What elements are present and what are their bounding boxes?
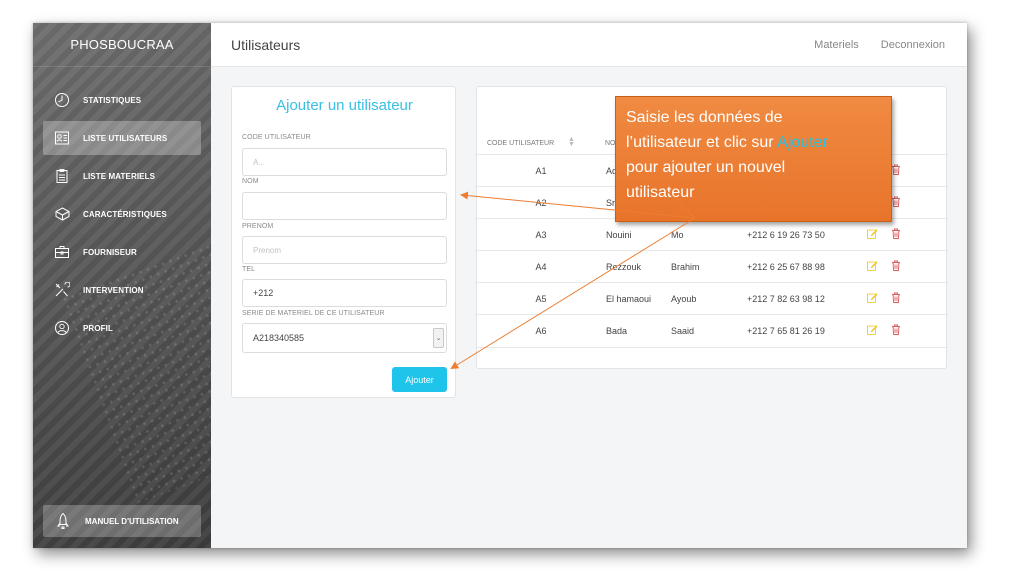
annotation-callout: Saisie les données de l’utilisateur et c…: [615, 96, 892, 222]
callout-highlight: Ajouter: [777, 134, 828, 151]
edit-icon[interactable]: [867, 228, 878, 241]
nom-input[interactable]: [242, 192, 447, 220]
serie-select[interactable]: A218340585 ⌄: [242, 323, 447, 353]
cell-code: A3: [535, 230, 547, 240]
chevron-down-icon: ⌄: [433, 328, 444, 348]
clock-icon: [53, 91, 71, 109]
sidebar-item-label: PROFIL: [83, 323, 113, 333]
cell-tel: +212 6 25 67 88 98: [747, 262, 825, 272]
nav-link-deconnexion[interactable]: Deconnexion: [881, 39, 945, 51]
cell-nom: Nouini: [606, 230, 632, 240]
cell-code: A4: [535, 262, 547, 272]
cell-tel: +212 7 82 63 98 12: [747, 294, 825, 304]
edit-icon[interactable]: [867, 324, 878, 337]
callout-line: utilisateur: [626, 184, 695, 201]
serie-select-value: A218340585: [253, 333, 305, 343]
sidebar: PHOSBOUCRAA STATISTIQUES LISTE UTILISATE…: [33, 23, 211, 548]
brand-logo: PHOSBOUCRAA: [33, 23, 211, 67]
table-row: A3 Nouini Mo +212 6 19 26 73 50: [477, 218, 948, 250]
briefcase-icon: [53, 243, 71, 261]
manual-button[interactable]: MANUEL D'UTILISATION: [43, 505, 201, 537]
form-title: Ajouter un utilisateur: [276, 97, 413, 114]
column-header-code[interactable]: CODE UTILISATEUR: [487, 140, 554, 147]
app-window: PHOSBOUCRAA STATISTIQUES LISTE UTILISATE…: [33, 23, 967, 548]
top-links: Materiels Deconnexion: [814, 39, 945, 51]
sidebar-item-liste-utilisateurs[interactable]: LISTE UTILISATEURS: [43, 121, 201, 155]
sidebar-item-fourniseur[interactable]: FOURNISEUR: [43, 235, 201, 269]
sidebar-item-label: FOURNISEUR: [83, 247, 137, 257]
sort-icon[interactable]: ▲ ▼: [568, 136, 575, 148]
prenom-input[interactable]: Prenom: [242, 236, 447, 264]
cell-tel: +212 7 65 81 26 19: [747, 326, 825, 336]
table-row: A5 El hamaoui Ayoub +212 7 82 63 98 12: [477, 282, 948, 314]
sidebar-item-label: CARACTÉRISTIQUES: [83, 209, 167, 219]
tel-label: TEL: [242, 266, 256, 273]
delete-icon[interactable]: [891, 324, 901, 337]
cell-nom: Rezzouk: [606, 262, 642, 272]
sidebar-item-label: INTERVENTION: [83, 285, 144, 295]
delete-icon[interactable]: [891, 196, 901, 209]
sidebar-item-statistiques[interactable]: STATISTIQUES: [43, 83, 201, 117]
tools-icon: [53, 281, 71, 299]
add-user-button[interactable]: Ajouter: [392, 367, 447, 392]
prenom-label: PRENOM: [242, 223, 274, 230]
cell-code: A5: [535, 294, 547, 304]
clipboard-icon: [53, 167, 71, 185]
cell-prenom: Saaid: [671, 326, 695, 336]
callout-line: pour ajouter un nouvel: [626, 159, 786, 176]
user-list-icon: [53, 129, 71, 147]
table-bottom-border: [477, 347, 948, 348]
sidebar-nav: STATISTIQUES LISTE UTILISATEURS LISTE MA…: [43, 83, 201, 349]
cell-prenom: Mo: [671, 230, 684, 240]
column-header-nom[interactable]: NO: [605, 140, 616, 147]
table-row: A4 Rezzouk Brahim +212 6 25 67 88 98: [477, 250, 948, 282]
nav-link-materiels[interactable]: Materiels: [814, 39, 859, 51]
top-navbar: Utilisateurs Materiels Deconnexion: [211, 23, 967, 67]
sidebar-item-caracteristiques[interactable]: CARACTÉRISTIQUES: [43, 197, 201, 231]
manual-label: MANUEL D'UTILISATION: [85, 516, 179, 526]
cell-code: A1: [535, 166, 547, 176]
delete-icon[interactable]: [891, 228, 901, 241]
add-user-form: Ajouter un utilisateur CODE UTILISATEUR …: [231, 86, 456, 398]
rocket-icon: [55, 512, 71, 530]
delete-icon[interactable]: [891, 292, 901, 305]
cell-prenom: Ayoub: [671, 294, 697, 304]
cell-tel: +212 6 19 26 73 50: [747, 230, 825, 240]
cell-code: A6: [535, 326, 547, 336]
sidebar-item-intervention[interactable]: INTERVENTION: [43, 273, 201, 307]
page-title: Utilisateurs: [231, 37, 301, 53]
callout-line: Saisie les données de: [626, 109, 783, 126]
sidebar-item-label: STATISTIQUES: [83, 95, 142, 105]
cell-nom: Sr: [606, 198, 615, 208]
callout-line: l’utilisateur et clic sur Ajouter: [626, 130, 881, 155]
delete-icon[interactable]: [891, 260, 901, 273]
cell-nom: El hamaoui: [606, 294, 652, 304]
serie-label: SERIE DE MATERIEL DE CE UTILISATEUR: [242, 310, 385, 317]
tel-input[interactable]: +212: [242, 279, 447, 307]
profile-icon: [53, 319, 71, 337]
edit-icon[interactable]: [867, 260, 878, 273]
table-row: A6 Bada Saaid +212 7 65 81 26 19: [477, 314, 948, 346]
nom-label: NOM: [242, 178, 259, 185]
sidebar-item-liste-materiels[interactable]: LISTE MATERIELS: [43, 159, 201, 193]
sidebar-item-label: LISTE UTILISATEURS: [83, 133, 168, 143]
sidebar-item-profil[interactable]: PROFIL: [43, 311, 201, 345]
edit-icon[interactable]: [867, 292, 878, 305]
cell-prenom: Brahim: [671, 262, 700, 272]
sidebar-item-label: LISTE MATERIELS: [83, 171, 156, 181]
code-label: CODE UTILISATEUR: [242, 134, 311, 141]
delete-icon[interactable]: [891, 164, 901, 177]
cell-code: A2: [535, 198, 547, 208]
cube-icon: [53, 205, 71, 223]
cell-nom: Bada: [606, 326, 628, 336]
callout-text: l’utilisateur et clic sur: [626, 134, 778, 151]
code-input[interactable]: A...: [242, 148, 447, 176]
